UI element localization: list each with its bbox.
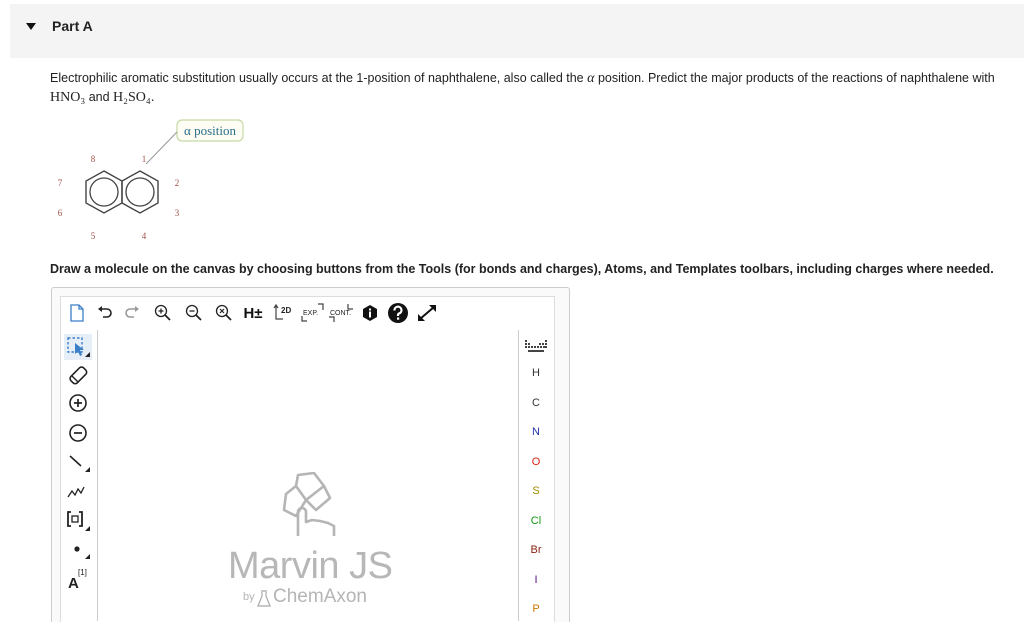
position-6-label: 6 xyxy=(58,208,63,218)
watermark-by: by xyxy=(243,591,255,603)
bracket-tool-icon[interactable] xyxy=(64,506,92,534)
zoom-fit-icon[interactable] xyxy=(214,303,234,323)
position-2-label: 2 xyxy=(175,178,180,188)
top-toolbar: H± 2D EXP. CONT. xyxy=(62,298,552,328)
atom-button-o[interactable]: O xyxy=(520,456,552,468)
chemaxon-flask-icon xyxy=(257,590,271,607)
question-text: Electrophilic aromatic substitution usua… xyxy=(50,69,1020,107)
fullscreen-icon[interactable] xyxy=(416,303,438,323)
reagent-sulfuric-acid: H₂SO₄ xyxy=(113,90,151,105)
selection-tool-icon[interactable] xyxy=(64,334,92,360)
position-7-label: 7 xyxy=(58,178,63,188)
question-text-before: Electrophilic aromatic substitution usua… xyxy=(50,71,588,85)
atom-map-tool-button[interactable]: A [1] xyxy=(64,566,94,594)
info-icon[interactable] xyxy=(361,304,379,322)
atom-button-n[interactable]: N xyxy=(520,426,552,438)
expand-groups-button[interactable]: EXP. xyxy=(300,302,326,324)
radical-tool-icon[interactable] xyxy=(64,536,92,562)
negative-charge-icon[interactable] xyxy=(64,420,92,446)
atom-map-label: A xyxy=(68,575,79,592)
periodic-table-icon[interactable] xyxy=(524,336,548,356)
position-5-label: 5 xyxy=(91,231,96,241)
expand-label: EXP. xyxy=(303,310,318,317)
atom-button-br[interactable]: Br xyxy=(520,544,552,556)
zoom-in-icon[interactable] xyxy=(153,303,173,323)
single-bond-tool-icon[interactable] xyxy=(64,449,92,475)
atom-button-p[interactable]: P xyxy=(520,603,552,615)
left-aromatic-circle xyxy=(89,177,119,207)
right-ring xyxy=(121,170,159,214)
left-toolbar: A [1] xyxy=(62,330,96,621)
naphthalene-figure: α position 8 1 2 3 4 5 6 7 xyxy=(58,119,244,241)
instruction-text: Draw a molecule on the canvas by choosin… xyxy=(50,262,994,276)
undo-icon[interactable] xyxy=(95,303,115,323)
marvin-js-watermark: Marvin JS xyxy=(228,545,393,587)
chemaxon-watermark: ChemAxon xyxy=(273,586,367,607)
atom-button-c[interactable]: C xyxy=(520,397,552,409)
eraser-icon[interactable] xyxy=(64,362,92,388)
new-document-icon[interactable] xyxy=(67,303,87,323)
question-text-after: position. Predict the major products of … xyxy=(594,71,995,85)
clean-2d-label: 2D xyxy=(281,306,291,315)
atom-button-h[interactable]: H xyxy=(520,367,552,379)
positive-charge-icon[interactable] xyxy=(64,390,92,416)
atom-button-s[interactable]: S xyxy=(520,485,552,497)
help-icon[interactable] xyxy=(387,302,409,324)
atom-button-i[interactable]: I xyxy=(520,574,552,586)
atom-button-cl[interactable]: Cl xyxy=(520,515,552,527)
right-aromatic-circle xyxy=(125,177,155,207)
alpha-position-callout: α position xyxy=(184,123,236,138)
zoom-out-icon[interactable] xyxy=(184,303,204,323)
clean-2d-button[interactable]: 2D xyxy=(273,302,297,324)
chain-tool-icon[interactable] xyxy=(64,478,92,504)
redo-icon[interactable] xyxy=(122,303,142,323)
position-4-label: 4 xyxy=(142,231,147,241)
hydrogen-toggle-button[interactable]: H± xyxy=(240,303,266,323)
position-3-label: 3 xyxy=(175,208,180,218)
contract-groups-button[interactable]: CONT. xyxy=(328,302,356,324)
question-period: . xyxy=(150,90,155,105)
contract-label: CONT. xyxy=(330,310,351,317)
left-ring xyxy=(85,170,123,214)
atoms-toolbar: H C N O S Cl Br I P xyxy=(520,330,552,621)
reagent-nitric-acid: HNO₃ xyxy=(50,90,86,105)
callout-leader-line xyxy=(145,131,178,165)
marvin-logo-icon xyxy=(282,472,336,536)
collapse-triangle-icon[interactable] xyxy=(26,23,36,30)
position-1-label: 1 xyxy=(142,154,147,164)
reagent-and: and xyxy=(85,90,114,104)
part-title: Part A xyxy=(52,18,93,34)
part-header[interactable]: Part A xyxy=(10,4,1024,58)
atom-map-index: [1] xyxy=(78,568,87,577)
position-8-label: 8 xyxy=(91,154,96,164)
